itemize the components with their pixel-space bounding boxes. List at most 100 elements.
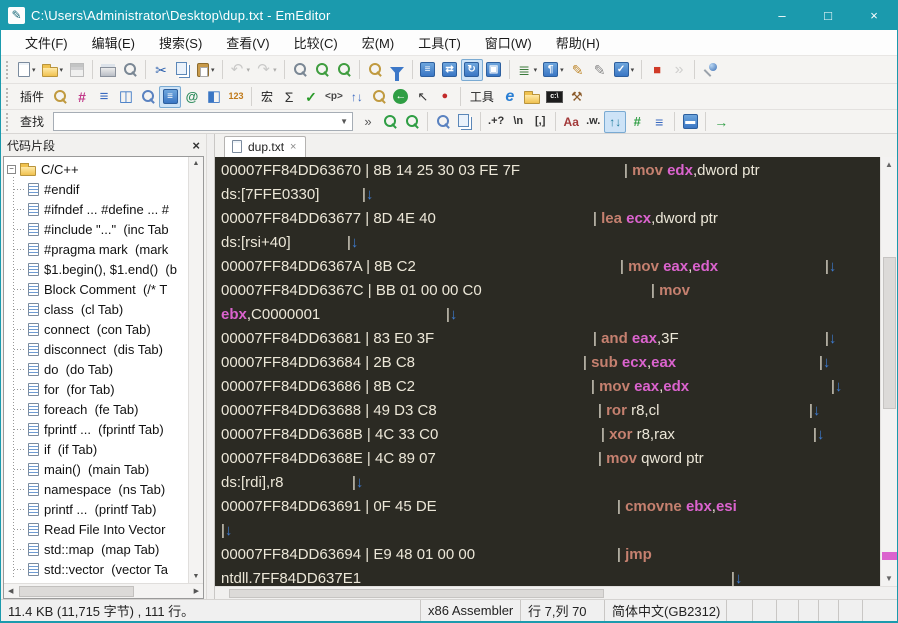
snippet-item[interactable]: fprintf ... (fprintf Tab) — [4, 419, 188, 439]
toolbar-grip[interactable] — [6, 87, 10, 106]
status-cell-5[interactable] — [819, 600, 839, 621]
snippet-item[interactable]: $1.begin(), $1.end() (b — [4, 259, 188, 279]
app-icon[interactable]: ✎ — [8, 6, 25, 24]
plugin-webpreview-button[interactable]: @ — [181, 86, 203, 108]
updown-search-button[interactable]: ↑↓ — [604, 110, 627, 133]
new-document-button-dropdown-icon[interactable]: ▾ — [32, 66, 36, 74]
status-cell-4[interactable] — [799, 600, 819, 621]
find-in-files-button[interactable] — [364, 59, 386, 81]
scroll-right-icon[interactable]: ▶ — [190, 587, 203, 595]
menu-window[interactable]: 窗口(W) — [475, 29, 542, 56]
find-input-combo-dropdown-icon[interactable]: ▼ — [336, 117, 352, 126]
menu-help[interactable]: 帮助(H) — [546, 29, 610, 56]
validate-button[interactable]: ✓ ▾ — [611, 59, 638, 81]
status-cell-1[interactable] — [727, 600, 753, 621]
hscroll-thumb[interactable] — [19, 585, 135, 597]
menu-file[interactable]: 文件(F) — [15, 29, 78, 56]
editor-area[interactable]: 00007FF84DD63670 | 8B 14 25 30 03 FE 7F |… — [215, 157, 897, 586]
sidebar-splitter[interactable] — [206, 134, 215, 599]
match-case-button[interactable]: Aa — [560, 111, 582, 133]
editor-content[interactable]: 00007FF84DD63670 | 8B 14 25 30 03 FE 7F |… — [215, 157, 880, 586]
print-button[interactable] — [97, 59, 119, 81]
vscroll-thumb[interactable] — [883, 257, 896, 409]
find-previous-button[interactable] — [379, 111, 401, 133]
menu-macro[interactable]: 宏(M) — [352, 29, 405, 56]
tool-cmd-button[interactable]: c:\ — [543, 86, 566, 108]
snippet-item[interactable]: do (do Tab) — [4, 359, 188, 379]
open-file-button[interactable]: ▾ — [39, 59, 67, 81]
wrap-by-char-button[interactable]: ⇄ — [439, 59, 461, 81]
minimize-button[interactable]: – — [759, 0, 805, 30]
open-file-button-dropdown-icon[interactable]: ▾ — [60, 66, 64, 74]
snippet-item[interactable]: for (for Tab) — [4, 379, 188, 399]
snippets-close-icon[interactable]: × — [192, 138, 200, 153]
status-encoding[interactable]: 简体中文(GB2312) — [605, 600, 727, 621]
zoom-in-button[interactable] — [311, 59, 333, 81]
toolbar-grip[interactable] — [6, 112, 10, 131]
snippet-root[interactable]: − C/C++ — [4, 159, 188, 179]
snippet-item[interactable]: foreach (fe Tab) — [4, 399, 188, 419]
menu-view[interactable]: 查看(V) — [216, 29, 279, 56]
status-cell-7[interactable] — [863, 600, 897, 621]
validate-button-dropdown-icon[interactable]: ▾ — [631, 66, 635, 74]
find-all-button[interactable] — [432, 111, 454, 133]
plugin-charmap-button[interactable]: # — [71, 86, 93, 108]
plugin-wordcount-button[interactable]: ≡ — [93, 86, 115, 108]
list-results-button[interactable]: ≡ — [648, 111, 670, 133]
scroll-down-icon[interactable]: ▼ — [193, 570, 200, 583]
snippets-vscrollbar[interactable]: ▲ ▼ — [188, 157, 203, 583]
cut-button[interactable]: ✂ — [150, 59, 172, 81]
tab-close-icon[interactable]: × — [290, 141, 296, 153]
insert-snippet-button[interactable]: ✎ — [567, 59, 589, 81]
print-preview-button[interactable] — [119, 59, 141, 81]
macro-select-button[interactable]: ↖ — [412, 86, 434, 108]
snippet-item[interactable]: class (cl Tab) — [4, 299, 188, 319]
wrap-by-window-button[interactable]: ↻ — [460, 58, 483, 81]
snippet-item[interactable]: struct (st Tab) — [4, 579, 188, 583]
status-syntax[interactable]: x86 Assembler — [421, 600, 521, 621]
snippet-item[interactable]: Block Comment (/* T — [4, 279, 188, 299]
zoom-button[interactable] — [289, 59, 311, 81]
scroll-up-icon[interactable]: ▲ — [881, 160, 897, 169]
tool-export-button[interactable] — [521, 86, 543, 108]
find-next-button[interactable] — [401, 111, 423, 133]
menu-tools[interactable]: 工具(T) — [408, 29, 471, 56]
snippet-item[interactable]: namespace (ns Tab) — [4, 479, 188, 499]
scroll-down-icon[interactable]: ▼ — [881, 574, 897, 583]
paste-button-dropdown-icon[interactable]: ▾ — [211, 66, 215, 74]
find-more-button[interactable]: » — [357, 111, 379, 133]
undo-button-dropdown-icon[interactable]: ▾ — [247, 66, 251, 74]
go-button[interactable]: → — [710, 111, 732, 133]
save-button[interactable] — [66, 59, 88, 81]
display-marks-button-dropdown-icon[interactable]: ▾ — [560, 66, 564, 74]
scroll-up-icon[interactable]: ▲ — [193, 157, 200, 170]
snippet-item[interactable]: #pragma mark (mark — [4, 239, 188, 259]
status-cell-3[interactable] — [777, 600, 799, 621]
plugin-numbering-button[interactable]: 123 — [225, 86, 247, 108]
plugin-compare-button[interactable]: ◫ — [115, 86, 137, 108]
find-input-combo-input[interactable] — [54, 114, 337, 129]
escape-seq-button[interactable]: \n — [507, 111, 529, 133]
snippet-item[interactable]: #ifndef ... #define ... # — [4, 199, 188, 219]
menu-search[interactable]: 搜索(S) — [149, 29, 212, 56]
status-cell-2[interactable] — [753, 600, 777, 621]
whole-word-button[interactable]: .w. — [582, 111, 604, 133]
close-button[interactable]: × — [851, 0, 897, 30]
snippet-item[interactable]: disconnect (dis Tab) — [4, 339, 188, 359]
collapse-icon[interactable]: − — [7, 164, 16, 174]
snippet-tree[interactable]: − C/C++ #endif #ifndef ... #define ... # #… — [4, 157, 188, 583]
macro-stop-button[interactable]: ● — [434, 86, 456, 108]
number-search-button[interactable]: # — [626, 111, 648, 133]
wrap-by-page-button[interactable]: ▣ — [483, 59, 505, 81]
snippet-item[interactable]: #endif — [4, 179, 188, 199]
run-macro-button[interactable]: » — [668, 59, 690, 81]
macro-sort-button[interactable]: ↑↓ — [346, 86, 368, 108]
macro-check-button[interactable]: ✓ — [300, 86, 322, 108]
editor-vscrollbar[interactable]: ▲ ▼ — [880, 157, 897, 586]
snippet-item[interactable]: #include "..." (inc Tab — [4, 219, 188, 239]
copy-button[interactable] — [172, 59, 194, 81]
snippet-item[interactable]: if (if Tab) — [4, 439, 188, 459]
snippet-item[interactable]: Read File Into Vector — [4, 519, 188, 539]
pin-button[interactable] — [699, 59, 721, 81]
undo-button[interactable]: ↶ ▾ — [227, 59, 254, 81]
